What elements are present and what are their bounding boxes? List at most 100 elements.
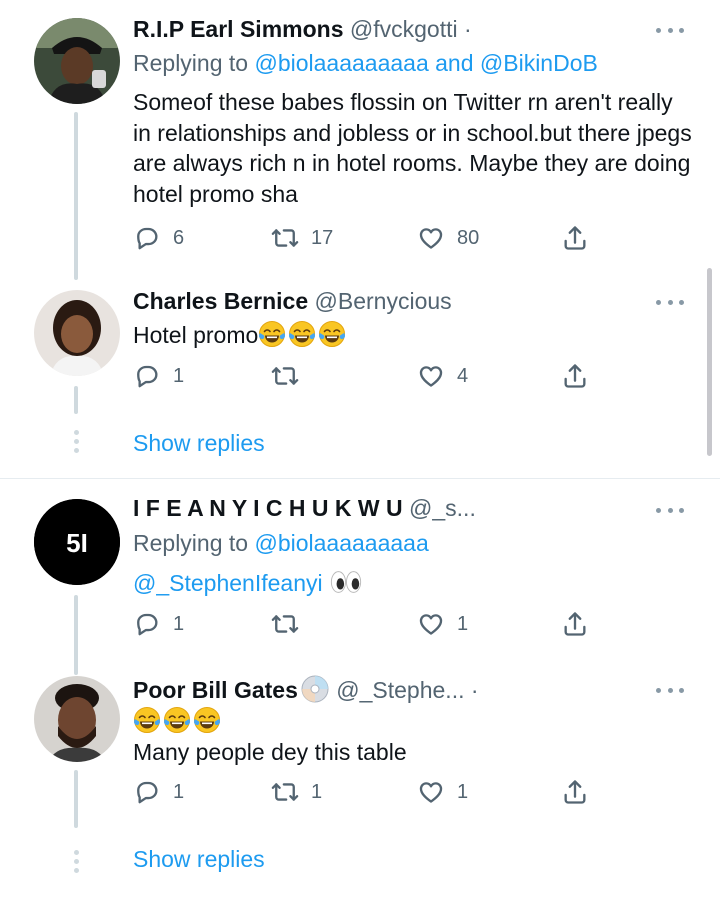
- tweet-actions: 1 1: [133, 610, 603, 642]
- tweet-text-content: Hotel promo: [133, 322, 259, 348]
- retweet-icon: [271, 610, 299, 638]
- tears-of-joy-emoji-icon: [133, 706, 161, 734]
- replying-to: Replying to @biolaaaaaaaaa: [133, 528, 429, 558]
- user-handle[interactable]: @_s...: [409, 495, 476, 521]
- more-options-icon[interactable]: [656, 298, 684, 306]
- retweet-button[interactable]: [271, 362, 311, 390]
- thread-gap-dots: [72, 850, 80, 873]
- reply-button[interactable]: 1: [133, 610, 184, 638]
- display-name[interactable]: Charles Bernice: [133, 288, 308, 314]
- tweet-actions: 6 17 80: [133, 224, 603, 256]
- thread-line: [74, 386, 78, 414]
- user-handle[interactable]: @fvckgotti: [350, 16, 458, 42]
- retweet-button[interactable]: [271, 610, 311, 638]
- reply-count: 1: [173, 780, 185, 803]
- reply-icon: [133, 362, 161, 390]
- thread-line: [74, 112, 78, 280]
- replying-to: Replying to @biolaaaaaaaaa and @BikinDoB: [133, 48, 598, 78]
- more-options-icon[interactable]: [656, 26, 684, 34]
- tears-of-joy-emoji-icon: [288, 320, 316, 348]
- avatar[interactable]: [34, 290, 120, 376]
- tears-of-joy-emoji-icon: [258, 320, 286, 348]
- replying-mentions[interactable]: @biolaaaaaaaaa and @BikinDoB: [254, 50, 597, 76]
- avatar[interactable]: [34, 18, 120, 104]
- retweet-icon: [271, 362, 299, 390]
- tears-of-joy-emoji-icon: [318, 320, 346, 348]
- more-options-icon[interactable]: [656, 506, 684, 514]
- like-count: 1: [457, 612, 469, 635]
- tweet-earl-simmons[interactable]: R.I.P Earl Simmons @fvckgotti · Replying…: [0, 0, 720, 280]
- tweet-actions: 1 4: [133, 362, 603, 394]
- reply-icon: [133, 610, 161, 638]
- show-replies-link[interactable]: Show replies: [133, 844, 265, 874]
- tweet-header: R.I.P Earl Simmons @fvckgotti ·: [133, 14, 472, 44]
- replying-mentions[interactable]: @biolaaaaaaaaa: [254, 530, 428, 556]
- share-icon: [561, 778, 589, 806]
- avatar[interactable]: 5I: [34, 499, 120, 585]
- tweet-header: Charles Bernice @Bernycious: [133, 286, 452, 316]
- reply-count: 1: [173, 612, 185, 635]
- tweet-charles-bernice[interactable]: Charles Bernice @Bernycious Hotel promo …: [0, 270, 720, 478]
- heart-icon: [417, 778, 445, 806]
- thread-line: [74, 595, 78, 675]
- like-count: 1: [457, 780, 469, 803]
- thread-line: [74, 770, 78, 828]
- reply-button[interactable]: 1: [133, 778, 184, 806]
- tweet-text: Hotel promo: [133, 320, 693, 351]
- retweet-button[interactable]: 17: [271, 224, 333, 252]
- avatar[interactable]: [34, 676, 120, 762]
- reply-count: 6: [173, 226, 185, 249]
- avatar-logo-text: 5I: [66, 528, 88, 558]
- share-button[interactable]: [561, 778, 589, 806]
- heart-icon: [417, 362, 445, 390]
- share-icon: [561, 362, 589, 390]
- retweet-count: 1: [311, 780, 323, 803]
- retweet-button[interactable]: 1: [271, 778, 322, 806]
- share-button[interactable]: [561, 224, 589, 252]
- reply-count: 1: [173, 364, 185, 387]
- separator: ·: [463, 16, 472, 42]
- display-name[interactable]: I F E A N Y I C H U K W U: [133, 495, 403, 521]
- tweet-header: Poor Bill Gates @_Stephe... ·: [133, 674, 479, 705]
- more-options-icon[interactable]: [656, 686, 684, 694]
- mention-link[interactable]: @_StephenIfeanyi: [133, 570, 323, 596]
- replying-prefix: Replying to: [133, 530, 255, 556]
- like-button[interactable]: 1: [417, 610, 468, 638]
- retweet-icon: [271, 778, 299, 806]
- share-button[interactable]: [561, 610, 589, 638]
- retweet-count: 17: [311, 226, 334, 249]
- tears-of-joy-emoji-icon: [163, 706, 191, 734]
- tweet-header: I F E A N Y I C H U K W U @_s...: [133, 493, 476, 523]
- heart-icon: [417, 610, 445, 638]
- share-button[interactable]: [561, 362, 589, 390]
- reply-icon: [133, 778, 161, 806]
- separator: ·: [470, 677, 479, 703]
- like-count: 4: [457, 364, 469, 387]
- retweet-icon: [271, 224, 299, 252]
- heart-icon: [417, 224, 445, 252]
- tweet-ifeanyichukwu[interactable]: 5I I F E A N Y I C H U K W U @_s... Repl…: [0, 479, 720, 675]
- like-button[interactable]: 4: [417, 362, 468, 390]
- tweet-text: Someof these babes flossin on Twitter rn…: [133, 89, 692, 207]
- tweet-poor-bill-gates[interactable]: Poor Bill Gates @_Stephe... · Many peopl…: [0, 664, 720, 896]
- share-icon: [561, 224, 589, 252]
- reply-button[interactable]: 6: [133, 224, 184, 252]
- like-button[interactable]: 80: [417, 224, 479, 252]
- display-name[interactable]: Poor Bill Gates: [133, 677, 298, 703]
- share-icon: [561, 610, 589, 638]
- cd-icon: [301, 675, 329, 703]
- display-name[interactable]: R.I.P Earl Simmons: [133, 16, 343, 42]
- replying-prefix: Replying to: [133, 50, 255, 76]
- tweet-text: Many people dey this table: [133, 739, 407, 765]
- tweet-text: @_StephenIfeanyi: [133, 568, 693, 599]
- show-replies-link[interactable]: Show replies: [133, 428, 265, 458]
- tweet-actions: 1 1 1: [133, 778, 603, 810]
- reply-button[interactable]: 1: [133, 362, 184, 390]
- tears-of-joy-emoji-icon: [193, 706, 221, 734]
- user-handle[interactable]: @Bernycious: [315, 288, 452, 314]
- like-count: 80: [457, 226, 480, 249]
- user-handle[interactable]: @_Stephe...: [336, 677, 464, 703]
- like-button[interactable]: 1: [417, 778, 468, 806]
- emoji-line: [133, 706, 693, 737]
- reply-icon: [133, 224, 161, 252]
